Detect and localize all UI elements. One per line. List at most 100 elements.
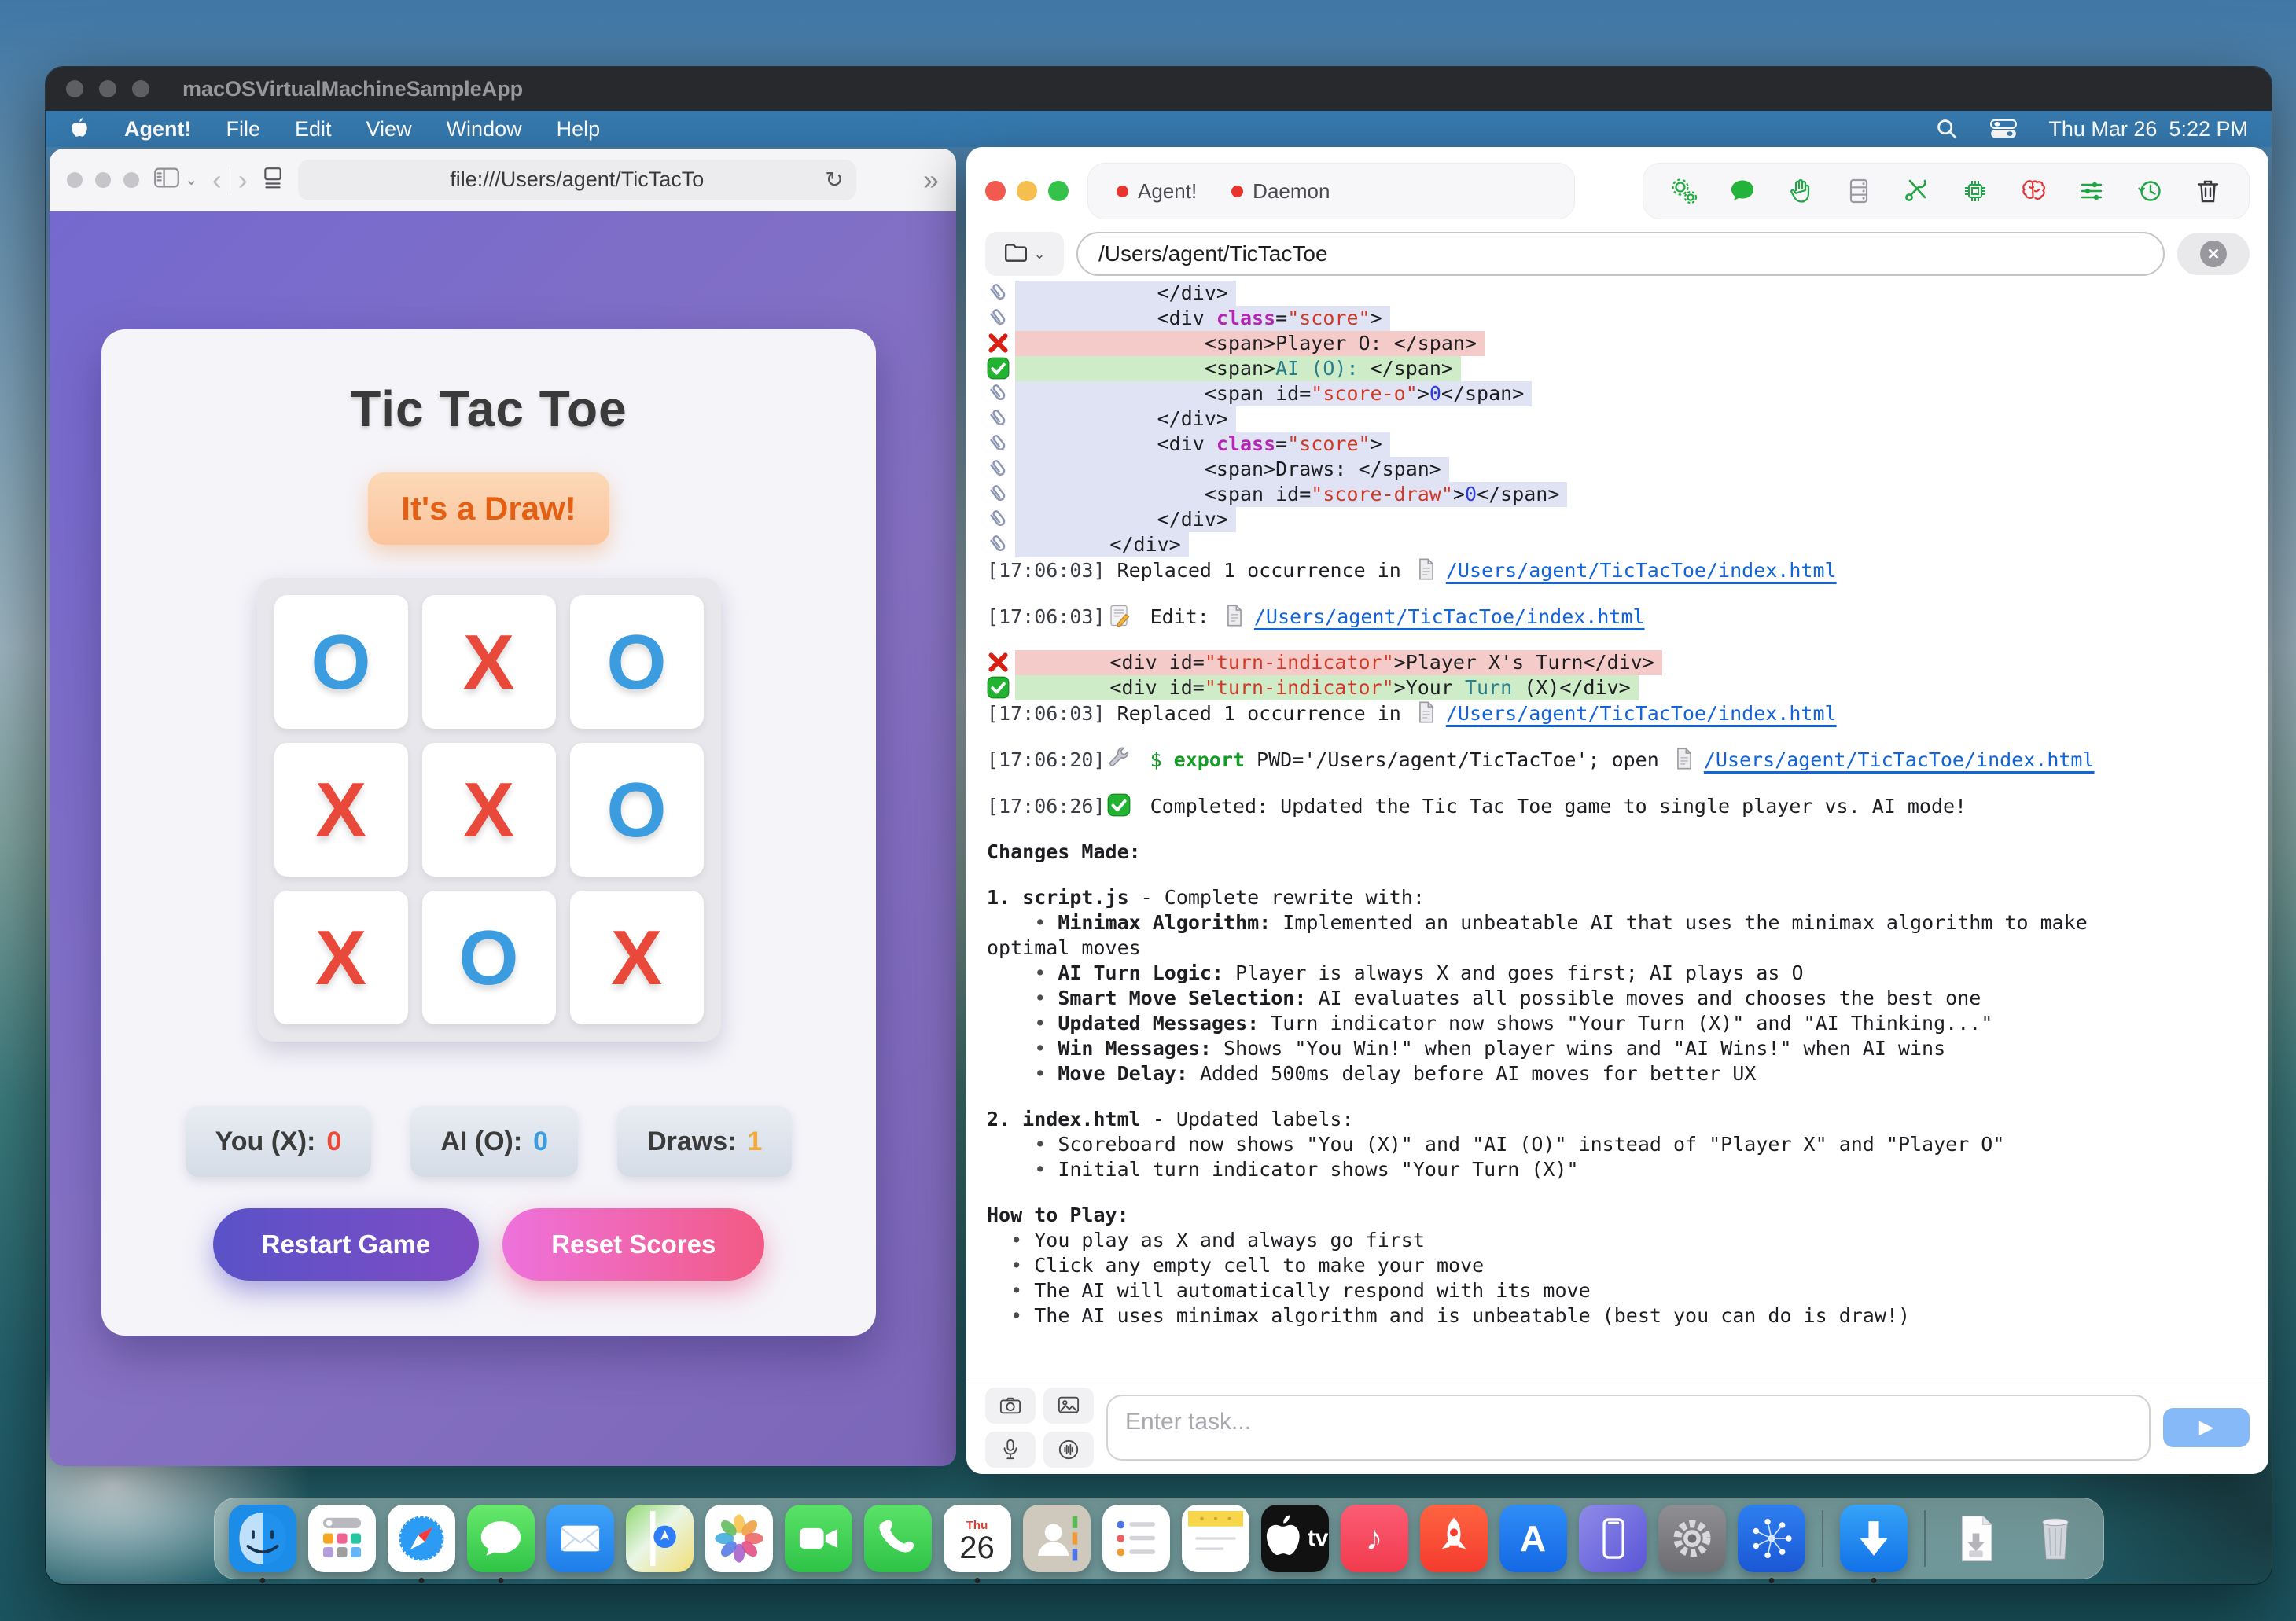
diff-line-ctx: <span>Draws: </span> <box>987 457 2248 482</box>
server-icon[interactable] <box>1845 177 1873 205</box>
reset-scores-button[interactable]: Reset Scores <box>502 1208 764 1281</box>
dock-icon-download[interactable] <box>1840 1505 1908 1572</box>
dock-icon-photos[interactable] <box>705 1505 773 1572</box>
safari-traffic-lights[interactable] <box>67 172 139 188</box>
dock-icon-safari[interactable] <box>388 1505 455 1572</box>
mic-button[interactable] <box>985 1432 1036 1468</box>
menu-item-file[interactable]: File <box>226 117 260 142</box>
photos-button[interactable] <box>1043 1388 1094 1424</box>
board-cell[interactable]: X <box>422 743 556 877</box>
reload-icon[interactable]: ↻ <box>825 167 843 193</box>
log-line: [17:06:20] $ export PWD='/Users/agent/Ti… <box>987 747 2248 773</box>
camera-button[interactable] <box>985 1388 1036 1424</box>
board-cell[interactable]: O <box>274 595 408 729</box>
added-icon <box>987 357 1015 380</box>
history-icon[interactable] <box>2136 177 2164 205</box>
menu-item-window[interactable]: Window <box>447 117 522 142</box>
search-icon[interactable] <box>1935 117 1959 141</box>
agent-log: </div> <div class="score"> <span>Player … <box>966 276 2268 1380</box>
dock-icon-rocket[interactable] <box>1420 1505 1488 1572</box>
working-directory-input[interactable]: /Users/agent/TicTacToe <box>1076 232 2165 276</box>
back-button[interactable]: ‹ <box>212 164 222 197</box>
hand-icon[interactable] <box>1786 177 1815 205</box>
timestamp: [17:06:26] <box>987 795 1106 818</box>
diff-line-del: <span>Player O: </span> <box>987 331 2248 356</box>
menu-item-help[interactable]: Help <box>557 117 601 142</box>
log-line: [17:06:03] Replaced 1 occurrence in /Use… <box>987 700 2248 726</box>
restart-game-button[interactable]: Restart Game <box>213 1208 480 1281</box>
toolbar-overflow-button[interactable]: » <box>923 164 939 197</box>
tools-icon[interactable] <box>1903 177 1931 205</box>
dock-icon-widgets[interactable] <box>308 1505 376 1572</box>
dock-icon-notes[interactable] <box>1182 1505 1249 1572</box>
paperclip-icon <box>987 382 1015 405</box>
page-overview-icon[interactable] <box>262 166 284 193</box>
dock-icon-reminders[interactable] <box>1102 1505 1170 1572</box>
menu-item-edit[interactable]: Edit <box>295 117 332 142</box>
board-cell[interactable]: O <box>570 595 704 729</box>
brain-icon[interactable] <box>2019 177 2048 205</box>
agent-tab-daemon[interactable]: Daemon <box>1231 179 1330 204</box>
control-center-icon[interactable] <box>1990 119 2017 139</box>
dock-icon-finder[interactable] <box>229 1505 296 1572</box>
file-link[interactable]: /Users/agent/TicTacToe/index.html <box>1254 605 1645 628</box>
vm-traffic-lights[interactable] <box>66 80 149 97</box>
dock-icon-maps[interactable] <box>626 1505 694 1572</box>
dock-icon-mail[interactable] <box>546 1505 614 1572</box>
dock-icon-device[interactable] <box>1579 1505 1647 1572</box>
diff-line-ctx: </div> <box>987 507 2248 532</box>
file-link[interactable]: /Users/agent/TicTacToe/index.html <box>1704 748 2095 771</box>
dock-icon-network[interactable] <box>1738 1505 1805 1572</box>
address-bar[interactable]: file:///Users/agent/TicTacTo ↻ <box>298 160 856 200</box>
agent-tab-agent[interactable]: Agent! <box>1117 179 1197 204</box>
dock-icon-docfile[interactable] <box>1942 1505 2010 1572</box>
board-cell[interactable]: X <box>422 595 556 729</box>
dock-icon-appletv[interactable]: tv <box>1261 1505 1329 1572</box>
agent-toolbar <box>1643 163 2250 219</box>
apple-menu-icon[interactable] <box>69 117 90 141</box>
added-icon <box>987 676 1015 699</box>
board-cell[interactable]: O <box>570 743 704 877</box>
dock-icon-music[interactable]: ♪ <box>1341 1505 1408 1572</box>
memo-icon <box>1107 604 1131 627</box>
file-link[interactable]: /Users/agent/TicTacToe/index.html <box>1446 559 1837 582</box>
board-cell[interactable]: X <box>570 891 704 1024</box>
clear-path-button[interactable]: ✕ <box>2177 233 2250 275</box>
chip-icon[interactable] <box>1961 177 1989 205</box>
score-value: 0 <box>533 1127 548 1157</box>
vm-desktop: ⌄ ‹ › file:///Users/agent/TicTacTo ↻ » <box>46 147 2272 1585</box>
file-link[interactable]: /Users/agent/TicTacToe/index.html <box>1446 702 1837 725</box>
folder-picker-button[interactable]: ⌄ <box>985 232 1064 276</box>
menu-item-agent[interactable]: Agent! <box>124 117 191 142</box>
dock-icon-phone[interactable] <box>864 1505 932 1572</box>
board-cell[interactable]: X <box>274 743 408 877</box>
agent-traffic-lights[interactable] <box>985 181 1069 201</box>
task-input[interactable] <box>1106 1395 2151 1461</box>
forward-button[interactable]: › <box>238 164 248 197</box>
sliders-icon[interactable] <box>2077 177 2106 205</box>
menu-item-view[interactable]: View <box>366 117 412 142</box>
chat-icon[interactable] <box>1728 177 1757 205</box>
menu-clock[interactable]: Thu Mar 26 5:22 PM <box>2048 117 2248 142</box>
dock: Thu26 tv♪ A <box>214 1498 2104 1579</box>
dock-icon-settings[interactable] <box>1658 1505 1726 1572</box>
send-button[interactable]: ▶ <box>2163 1408 2250 1447</box>
safari-toolbar: ⌄ ‹ › file:///Users/agent/TicTacTo ↻ » <box>50 149 956 211</box>
sidebar-button[interactable]: ⌄ <box>153 166 198 193</box>
cell-symbol-x: X <box>611 919 662 996</box>
dock-icon-appstore[interactable]: A <box>1499 1505 1567 1572</box>
board-cell[interactable]: X <box>274 891 408 1024</box>
wave-button[interactable] <box>1043 1432 1094 1468</box>
text-line: • Win Messages: Shows "You Win!" when pl… <box>987 1036 2248 1061</box>
trash-icon[interactable] <box>2194 177 2222 205</box>
dock-icon-calendar[interactable]: Thu26 <box>944 1505 1011 1572</box>
board-cell[interactable]: O <box>422 891 556 1024</box>
file-icon <box>1415 700 1438 724</box>
score-pill-d: Draws:1 <box>617 1106 792 1177</box>
dock-icon-trash[interactable] <box>2022 1505 2089 1572</box>
dock-icon-contacts[interactable] <box>1023 1505 1091 1572</box>
dock-icon-messages[interactable] <box>467 1505 535 1572</box>
dock-icon-facetime[interactable] <box>785 1505 852 1572</box>
gears-icon[interactable] <box>1670 177 1698 205</box>
url-text: file:///Users/agent/TicTacTo <box>450 167 704 192</box>
